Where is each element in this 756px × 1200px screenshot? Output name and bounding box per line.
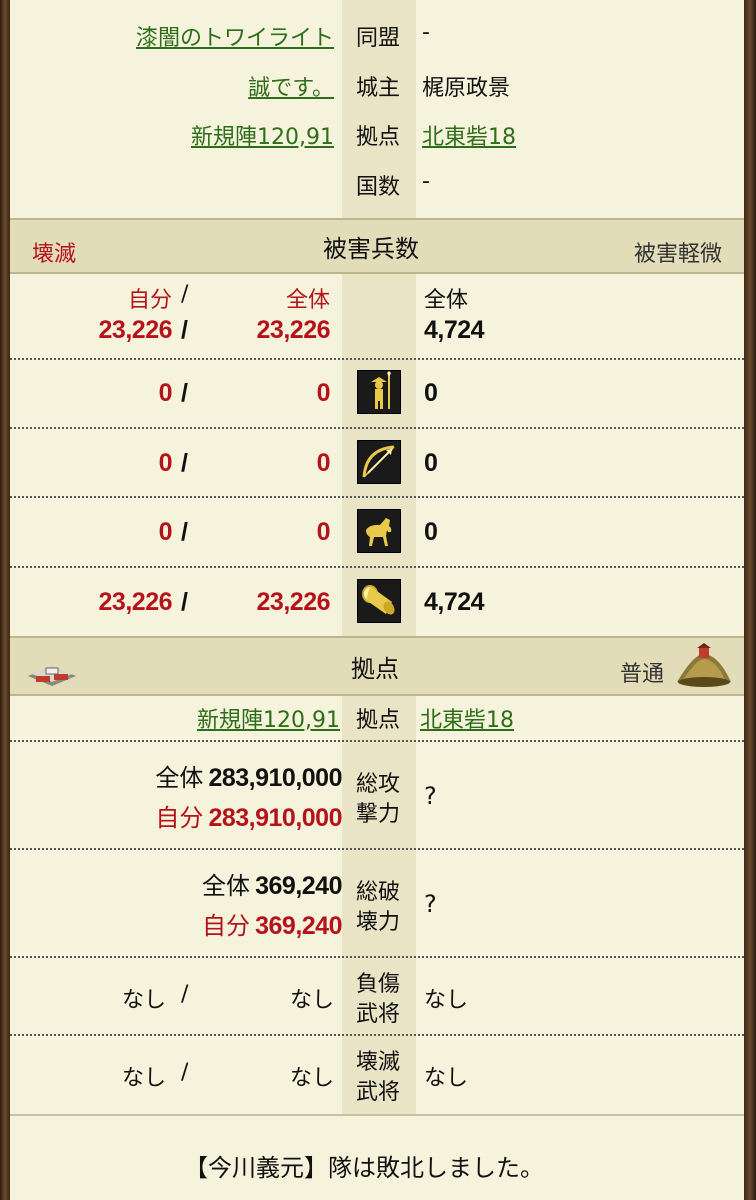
normal-status: 普通 (620, 662, 665, 687)
base-label: 拠点 (356, 125, 401, 150)
base-title: 拠点 (351, 655, 399, 683)
siege-self: 23,226 (98, 588, 173, 616)
horse-icon (357, 509, 401, 553)
base-row-label: 拠点 (356, 708, 401, 733)
defeat-status: 壊滅 (32, 242, 77, 267)
bow-all: 0 (316, 449, 331, 477)
separator: / (181, 982, 189, 1007)
destroyed-label-line1: 壊滅 (356, 1050, 401, 1075)
injured-label-line2: 武将 (356, 1002, 401, 1027)
base-camp-link[interactable]: 新規陣120,91 (197, 702, 340, 734)
base-fort-link[interactable]: 北東砦18 (420, 702, 514, 734)
spear-all: 0 (316, 379, 331, 407)
destroyed-all: なし (289, 1066, 334, 1091)
frame-left-border (0, 0, 10, 1200)
provinces-value: - (422, 169, 430, 194)
frame-right-border (744, 0, 756, 1200)
provinces-label: 国数 (356, 175, 401, 200)
result-footer: 【今川義元】隊は敗北しました。 (10, 1116, 744, 1200)
base-table: 新規陣120,91 拠点 北東砦18 全体 283,910,000 自分 283… (10, 696, 744, 1114)
alliance-value: - (422, 20, 430, 45)
info-section: 漆闇のトワイライト 同盟 - 誠です。 城主 梶原政景 新規陣120,91 拠点… (10, 0, 744, 218)
separator: / (181, 518, 188, 546)
attack-label-line2: 撃力 (356, 802, 401, 827)
all-label: 全体 (202, 872, 251, 900)
spear-enemy: 0 (424, 379, 438, 407)
damage-header: 壊滅 被害兵数 被害軽微 (10, 218, 744, 274)
all-header: 全体 (285, 288, 330, 313)
attack-self-value: 283,910,000 (208, 804, 342, 832)
divider (10, 848, 744, 850)
separator: / (181, 588, 188, 616)
destroyed-label-line2: 武将 (356, 1080, 401, 1105)
divider (10, 1034, 744, 1036)
horse-enemy: 0 (424, 518, 438, 546)
enemy-total: 4,724 (424, 316, 485, 344)
attack-label-line1: 総攻 (356, 772, 401, 797)
divider (10, 496, 744, 498)
enemy-all-header: 全体 (424, 288, 469, 313)
attack-all-value: 283,910,000 (208, 764, 342, 792)
attack-self: 自分 283,910,000 (155, 798, 342, 833)
separator: / (181, 379, 188, 407)
result-message: 【今川義元】隊は敗北しました。 (184, 1154, 544, 1182)
bow-icon (357, 440, 401, 484)
self-total: 23,226 (98, 316, 173, 344)
destroyed-self: なし (121, 1066, 166, 1091)
divider (10, 740, 744, 742)
minor-damage-status: 被害軽微 (633, 242, 722, 267)
all-label: 全体 (155, 764, 204, 792)
hill-castle-icon (675, 642, 733, 690)
alliance-link[interactable]: 漆闇のトワイライト (136, 20, 334, 52)
spearman-icon (357, 370, 401, 414)
self-header: 自分 (127, 288, 172, 313)
destroy-self: 自分 369,240 (202, 906, 342, 941)
destroy-all: 全体 369,240 (202, 866, 342, 901)
spear-self: 0 (158, 379, 173, 407)
battle-report-panel: 漆闇のトワイライト 同盟 - 誠です。 城主 梶原政景 新規陣120,91 拠点… (10, 0, 744, 1200)
all-total: 23,226 (256, 316, 331, 344)
divider (10, 566, 744, 568)
destroyed-enemy: なし (424, 1066, 469, 1091)
bow-self: 0 (158, 449, 173, 477)
self-label: 自分 (155, 804, 204, 832)
separator: / (181, 449, 188, 477)
divider (10, 358, 744, 360)
injured-self: なし (121, 988, 166, 1013)
damage-table: 自分 / 全体 全体 23,226 / 23,226 4,724 0 / 0 0… (10, 274, 744, 636)
destroy-label-line2: 壊力 (356, 910, 401, 935)
destroy-all-value: 369,240 (255, 872, 342, 900)
destroy-enemy: ? (424, 890, 437, 918)
injured-label-line1: 負傷 (356, 972, 401, 997)
siege-all: 23,226 (256, 588, 331, 616)
attack-enemy: ? (424, 782, 437, 810)
injured-enemy: なし (424, 988, 469, 1013)
self-label: 自分 (202, 912, 251, 940)
horse-self: 0 (158, 518, 173, 546)
cannon-icon (357, 579, 401, 623)
base-link[interactable]: 北東砦18 (422, 119, 516, 151)
destroy-label-line1: 総破 (356, 880, 401, 905)
lord-label: 城主 (356, 76, 401, 101)
destroy-self-value: 369,240 (255, 912, 342, 940)
camp-link[interactable]: 新規陣120,91 (191, 119, 334, 151)
bow-enemy: 0 (424, 449, 438, 477)
separator: / (181, 1060, 189, 1085)
injured-all: なし (289, 988, 334, 1013)
horse-all: 0 (316, 518, 331, 546)
siege-enemy: 4,724 (424, 588, 485, 616)
alliance-label: 同盟 (356, 26, 401, 51)
lord-value: 梶原政景 (422, 76, 511, 101)
player-link[interactable]: 誠です。 (248, 70, 334, 102)
damage-title: 被害兵数 (323, 235, 419, 263)
fortress-icon (26, 654, 78, 688)
base-header: 拠点 普通 (10, 636, 744, 696)
separator: / (181, 316, 188, 344)
attack-all: 全体 283,910,000 (155, 758, 342, 793)
divider (10, 956, 744, 958)
separator: / (181, 282, 189, 307)
divider (10, 427, 744, 429)
